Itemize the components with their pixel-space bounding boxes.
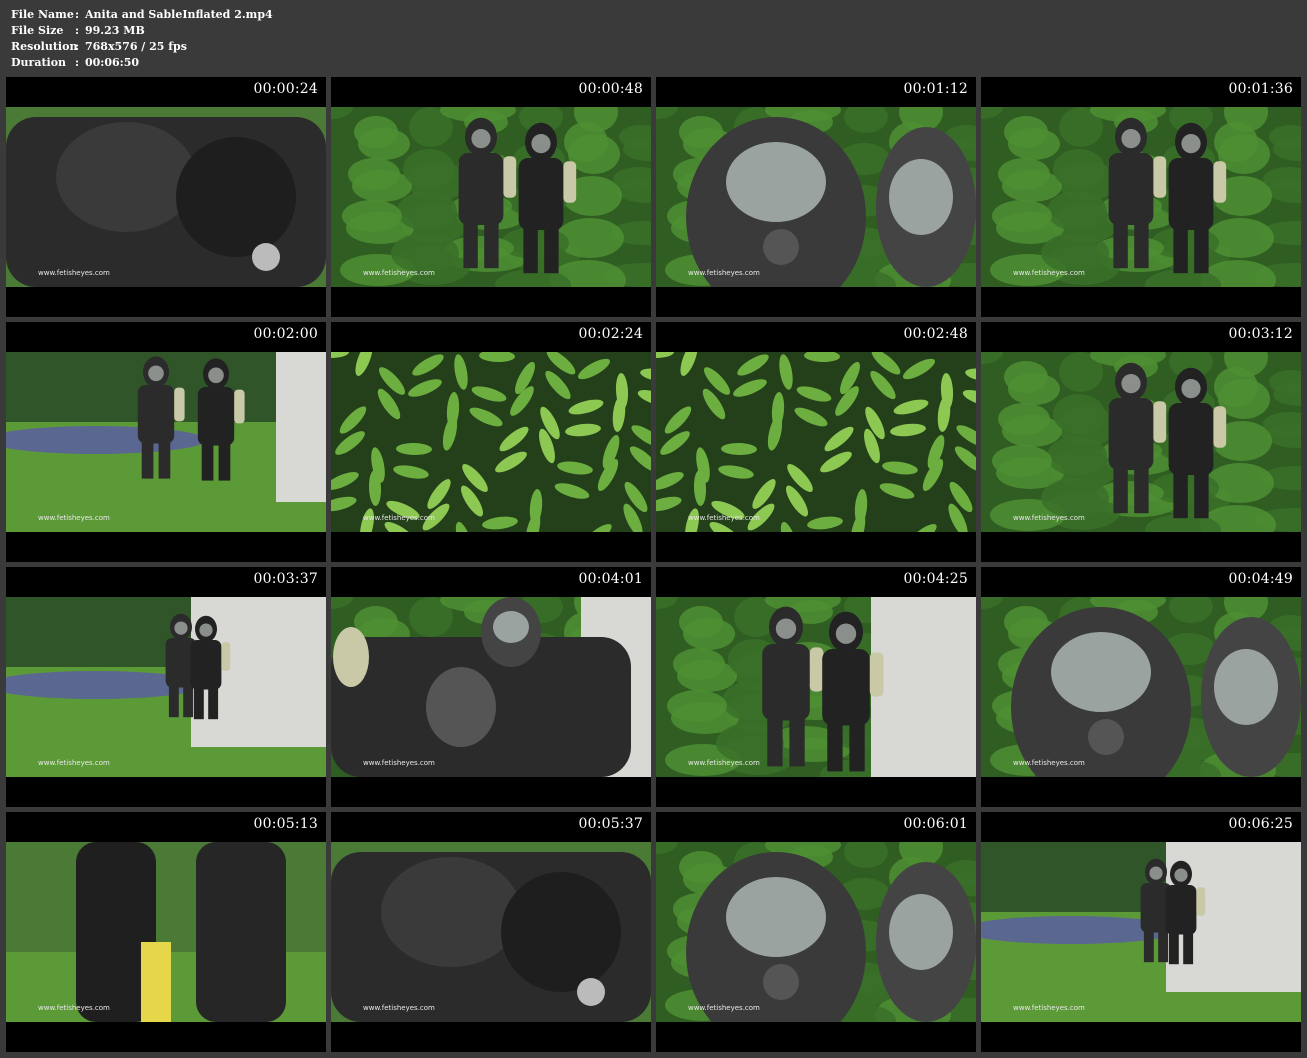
thumbnail-timestamp: 00:06:01 (903, 816, 968, 832)
thumbnail-grid: 00:00:24 www.fetisheyes.com 00:00:48 www.… (6, 77, 1301, 1052)
video-frame-icon: www.fetisheyes.com (331, 842, 651, 1022)
file-info-separator: : (75, 24, 80, 37)
thumbnail[interactable]: 00:04:01 www.fetisheyes.com (331, 567, 651, 807)
video-frame-icon: www.fetisheyes.com (6, 107, 326, 287)
file-info-value: 99.23 MB (85, 24, 145, 37)
thumbnail-timestamp: 00:03:12 (1228, 326, 1293, 342)
thumbnail-timestamp: 00:02:24 (578, 326, 643, 342)
watermark: www.fetisheyes.com (363, 269, 435, 277)
thumbnail-timestamp: 00:00:48 (578, 81, 643, 97)
thumbnail-timestamp: 00:06:25 (1228, 816, 1293, 832)
watermark: www.fetisheyes.com (1013, 759, 1085, 767)
thumbnail[interactable]: 00:02:00 www.fetisheyes.com (6, 322, 326, 562)
thumbnail-timestamp: 00:00:24 (253, 81, 318, 97)
watermark: www.fetisheyes.com (1013, 1004, 1085, 1012)
thumbnail[interactable]: 00:02:24 www.fetisheyes.com (331, 322, 651, 562)
video-frame-icon: www.fetisheyes.com (6, 597, 326, 777)
video-frame-icon: www.fetisheyes.com (656, 842, 976, 1022)
watermark: www.fetisheyes.com (1013, 514, 1085, 522)
file-info-value: Anita and SableInflated 2.mp4 (85, 8, 273, 21)
thumbnail-timestamp: 00:02:00 (253, 326, 318, 342)
file-info-label: File Name (11, 8, 74, 21)
video-frame-icon: www.fetisheyes.com (331, 352, 651, 532)
thumbnail-timestamp: 00:05:13 (253, 816, 318, 832)
file-info-label: File Size (11, 24, 64, 37)
thumbnail-timestamp: 00:04:01 (578, 571, 643, 587)
thumbnail[interactable]: 00:03:37 www.fetisheyes.com (6, 567, 326, 807)
file-info-value: 768x576 / 25 fps (85, 40, 187, 53)
watermark: www.fetisheyes.com (363, 514, 435, 522)
file-info-label: Duration (11, 56, 67, 69)
file-info-value: 00:06:50 (85, 56, 140, 69)
thumbnail-timestamp: 00:03:37 (253, 571, 318, 587)
watermark: www.fetisheyes.com (688, 1004, 760, 1012)
thumbnail-timestamp: 00:05:37 (578, 816, 643, 832)
thumbnail[interactable]: 00:05:13 www.fetisheyes.com (6, 812, 326, 1052)
file-info-label: Resolution (11, 40, 78, 53)
video-frame-icon: www.fetisheyes.com (981, 842, 1301, 1022)
thumbnail-timestamp: 00:01:12 (903, 81, 968, 97)
watermark: www.fetisheyes.com (363, 1004, 435, 1012)
watermark: www.fetisheyes.com (1013, 269, 1085, 277)
file-info-row: File Size:99.23 MB (11, 23, 273, 39)
thumbnail-timestamp: 00:04:25 (903, 571, 968, 587)
video-frame-icon: www.fetisheyes.com (331, 597, 651, 777)
video-frame-icon: www.fetisheyes.com (981, 352, 1301, 532)
video-frame-icon: www.fetisheyes.com (656, 597, 976, 777)
thumbnail[interactable]: 00:02:48 www.fetisheyes.com (656, 322, 976, 562)
video-frame-icon: www.fetisheyes.com (656, 107, 976, 287)
thumbnail[interactable]: 00:05:37 www.fetisheyes.com (331, 812, 651, 1052)
file-info-separator: : (75, 40, 80, 53)
file-info-separator: : (75, 8, 80, 21)
thumbnail[interactable]: 00:06:01 www.fetisheyes.com (656, 812, 976, 1052)
thumbnail-timestamp: 00:02:48 (903, 326, 968, 342)
thumbnail[interactable]: 00:03:12 www.fetisheyes.com (981, 322, 1301, 562)
watermark: www.fetisheyes.com (688, 759, 760, 767)
watermark: www.fetisheyes.com (38, 759, 110, 767)
file-info-row: File Name: Anita and SableInflated 2.mp4 (11, 7, 273, 23)
file-info-panel: File Name: Anita and SableInflated 2.mp4 F… (11, 7, 273, 71)
thumbnail[interactable]: 00:01:36 www.fetisheyes.com (981, 77, 1301, 317)
watermark: www.fetisheyes.com (38, 514, 110, 522)
watermark: www.fetisheyes.com (688, 269, 760, 277)
video-frame-icon: www.fetisheyes.com (981, 107, 1301, 287)
thumbnail[interactable]: 00:04:25 www.fetisheyes.com (656, 567, 976, 807)
thumbnail-timestamp: 00:01:36 (1228, 81, 1293, 97)
video-frame-icon: www.fetisheyes.com (6, 352, 326, 532)
watermark: www.fetisheyes.com (363, 759, 435, 767)
thumbnail[interactable]: 00:04:49 www.fetisheyes.com (981, 567, 1301, 807)
thumbnail[interactable]: 00:00:24 www.fetisheyes.com (6, 77, 326, 317)
file-info-row: Resolution:768x576 / 25 fps (11, 39, 273, 55)
video-frame-icon: www.fetisheyes.com (981, 597, 1301, 777)
video-frame-icon: www.fetisheyes.com (331, 107, 651, 287)
thumbnail[interactable]: 00:06:25 www.fetisheyes.com (981, 812, 1301, 1052)
file-info-row: Duration:00:06:50 (11, 55, 273, 71)
thumbnail-timestamp: 00:04:49 (1228, 571, 1293, 587)
file-info-separator: : (75, 56, 80, 69)
watermark: www.fetisheyes.com (38, 1004, 110, 1012)
video-frame-icon: www.fetisheyes.com (6, 842, 326, 1022)
thumbnail[interactable]: 00:00:48 www.fetisheyes.com (331, 77, 651, 317)
watermark: www.fetisheyes.com (688, 514, 760, 522)
video-frame-icon: www.fetisheyes.com (656, 352, 976, 532)
watermark: www.fetisheyes.com (38, 269, 110, 277)
thumbnail[interactable]: 00:01:12 www.fetisheyes.com (656, 77, 976, 317)
